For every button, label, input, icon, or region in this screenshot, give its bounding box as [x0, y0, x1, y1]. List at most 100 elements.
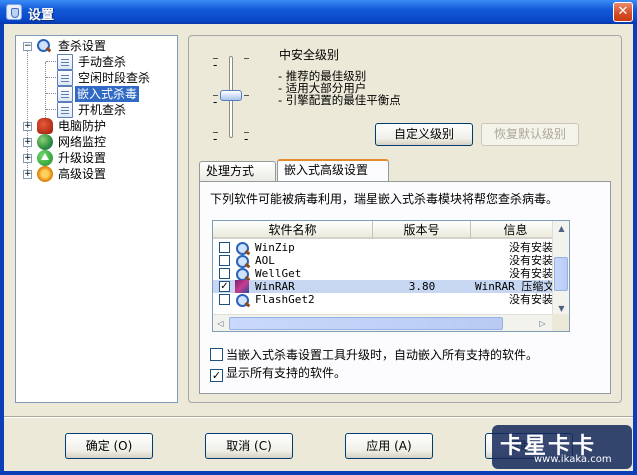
- protection-glove-icon: [37, 118, 53, 134]
- winrar-icon: [235, 280, 249, 293]
- software-name: FlashGet2: [255, 293, 315, 306]
- tab-handling-method[interactable]: 处理方式: [199, 161, 276, 181]
- tab-description: 下列软件可能被病毒利用，瑞星嵌入式杀毒模块将帮您查杀病毒。: [210, 192, 559, 206]
- restore-default-button[interactable]: 恢复默认级别: [481, 123, 579, 146]
- cancel-button[interactable]: 取消 (C): [205, 433, 293, 459]
- tree-item-network-monitor[interactable]: 网络监控: [56, 134, 108, 150]
- slider-tick: -: [213, 132, 218, 146]
- custom-level-button[interactable]: 自定义级别: [375, 123, 473, 146]
- auto-embed-checkbox[interactable]: [210, 348, 223, 361]
- software-name: WellGet: [255, 267, 302, 280]
- table-row[interactable]: WellGet 没有安装: [213, 267, 553, 281]
- tree-item-idle-scan[interactable]: 空闲时段查杀: [76, 70, 152, 86]
- row-checkbox[interactable]: [219, 268, 230, 279]
- dialog-client: − 查杀设置 手动查杀 空闲时段查杀 嵌入式杀毒 开机查杀 + 电脑防护 + 网…: [4, 24, 633, 471]
- document-icon: [57, 54, 73, 70]
- software-info: 没有安装: [509, 293, 553, 306]
- tree-expander[interactable]: +: [23, 154, 32, 163]
- document-icon: [57, 102, 73, 118]
- tree-item-advanced-settings[interactable]: 高级设置: [56, 166, 108, 182]
- horizontal-scrollbar[interactable]: ◁ ▷: [213, 314, 553, 331]
- program-icon: [235, 293, 249, 307]
- footer-divider: [4, 416, 633, 418]
- row-checkbox[interactable]: [219, 242, 230, 253]
- row-checkbox[interactable]: ✓: [219, 281, 230, 292]
- slider-tick: -: [213, 95, 218, 109]
- slider-tick: [244, 58, 249, 59]
- level-bullet: - 引擎配置的最佳平衡点: [278, 93, 401, 107]
- ok-button[interactable]: 确定 (O): [65, 433, 153, 459]
- document-icon: [57, 70, 73, 86]
- tree-expander[interactable]: +: [23, 122, 32, 131]
- show-all-checkbox[interactable]: ✓: [210, 369, 223, 382]
- table-row[interactable]: AOL 没有安装: [213, 254, 553, 268]
- scroll-right-arrow-icon[interactable]: ▷: [535, 316, 550, 331]
- auto-embed-option[interactable]: 当嵌入式杀毒设置工具升级时，自动嵌入所有支持的软件。: [210, 346, 538, 363]
- tree-expander[interactable]: +: [23, 170, 32, 179]
- scroll-up-arrow-icon[interactable]: ▲: [554, 221, 569, 236]
- software-name: WinZip: [255, 241, 295, 254]
- vertical-scroll-thumb[interactable]: [554, 257, 568, 291]
- apply-button[interactable]: 应用 (A): [345, 433, 433, 459]
- software-name: AOL: [255, 254, 275, 267]
- close-button[interactable]: ✕: [613, 2, 633, 22]
- software-info: WinRAR 压缩文: [475, 280, 553, 293]
- table-row[interactable]: WinZip 没有安装: [213, 241, 553, 255]
- network-globe-icon: [37, 134, 53, 150]
- list-header: 软件名称 版本号 信息: [213, 221, 561, 239]
- tree-item-embedded-antivirus[interactable]: 嵌入式杀毒: [75, 86, 140, 102]
- column-header-info[interactable]: 信息: [471, 221, 561, 239]
- scan-magnifier-icon: [36, 38, 52, 54]
- table-row[interactable]: ✓ WinRAR 3.80 WinRAR 压缩文: [213, 280, 553, 293]
- horizontal-scroll-thumb[interactable]: [229, 317, 503, 330]
- scroll-left-arrow-icon[interactable]: ◁: [213, 316, 228, 331]
- show-all-option[interactable]: ✓ 显示所有支持的软件。: [210, 364, 346, 382]
- tab-page-embedded-advanced: 下列软件可能被病毒利用，瑞星嵌入式杀毒模块将帮您查杀病毒。 软件名称 版本号 信…: [199, 181, 611, 394]
- document-icon: [57, 86, 73, 102]
- software-info: 没有安装: [509, 254, 553, 267]
- close-icon: ✕: [617, 4, 629, 19]
- slider-thumb[interactable]: [220, 90, 242, 101]
- tab-control: 下列软件可能被病毒利用，瑞星嵌入式杀毒模块将帮您查杀病毒。 软件名称 版本号 信…: [199, 159, 611, 394]
- tree-guide: [46, 77, 56, 78]
- column-header-version[interactable]: 版本号: [373, 221, 471, 239]
- tree-expander[interactable]: +: [23, 138, 32, 147]
- software-info: 没有安装: [509, 241, 553, 254]
- software-version: 3.80: [408, 280, 436, 293]
- security-level-description: - 推荐的最佳级别 - 适用大部分用户 - 引擎配置的最佳平衡点: [278, 70, 401, 106]
- settings-panel: - - - - 中安全级别 - 推荐的最佳级别 - 适用大部分用户 - 引擎配置…: [188, 35, 622, 403]
- watermark-url: www.ikaka.com: [534, 454, 612, 465]
- program-icon: [235, 254, 249, 268]
- tree-expander[interactable]: −: [23, 42, 32, 51]
- shield-icon: [6, 4, 22, 20]
- program-icon: [235, 267, 249, 281]
- tree-guide: [46, 109, 56, 110]
- table-row[interactable]: FlashGet2 没有安装: [213, 293, 553, 307]
- column-header-name[interactable]: 软件名称: [213, 221, 373, 239]
- software-list[interactable]: 软件名称 版本号 信息 WinZip 没有安装 AOL 没有安装 WellGet…: [212, 220, 570, 332]
- security-level-title: 中安全级别: [279, 48, 340, 62]
- tree-item-upgrade-settings[interactable]: 升级设置: [56, 150, 108, 166]
- tree-guide: [46, 93, 56, 94]
- watermark-logo: 卡星卡卡 www.ikaka.com: [492, 425, 632, 469]
- tree-item-manual-scan[interactable]: 手动查杀: [76, 54, 128, 70]
- advanced-gear-icon: [37, 166, 53, 182]
- slider-tick: [244, 95, 249, 96]
- resize-grip-icon: [552, 314, 569, 331]
- software-name: WinRAR: [255, 280, 295, 293]
- row-checkbox[interactable]: [219, 294, 230, 305]
- vertical-scrollbar[interactable]: ▲ ▼: [552, 221, 569, 316]
- title-bar[interactable]: 设置 ✕: [0, 0, 637, 24]
- software-info: 没有安装: [509, 267, 553, 280]
- settings-tree: − 查杀设置 手动查杀 空闲时段查杀 嵌入式杀毒 开机查杀 + 电脑防护 + 网…: [15, 35, 178, 403]
- program-icon: [235, 241, 249, 255]
- window-title: 设置: [28, 8, 55, 23]
- auto-embed-label: 当嵌入式杀毒设置工具升级时，自动嵌入所有支持的软件。: [226, 348, 539, 362]
- row-checkbox[interactable]: [219, 255, 230, 266]
- tab-embedded-advanced[interactable]: 嵌入式高级设置: [277, 159, 389, 181]
- tree-item-scan-settings[interactable]: 查杀设置: [56, 38, 108, 54]
- slider-tick: -: [244, 132, 249, 146]
- tree-item-boot-scan[interactable]: 开机查杀: [76, 102, 128, 118]
- tree-item-pc-protection[interactable]: 电脑防护: [56, 118, 108, 134]
- upgrade-arrow-icon: [37, 150, 53, 166]
